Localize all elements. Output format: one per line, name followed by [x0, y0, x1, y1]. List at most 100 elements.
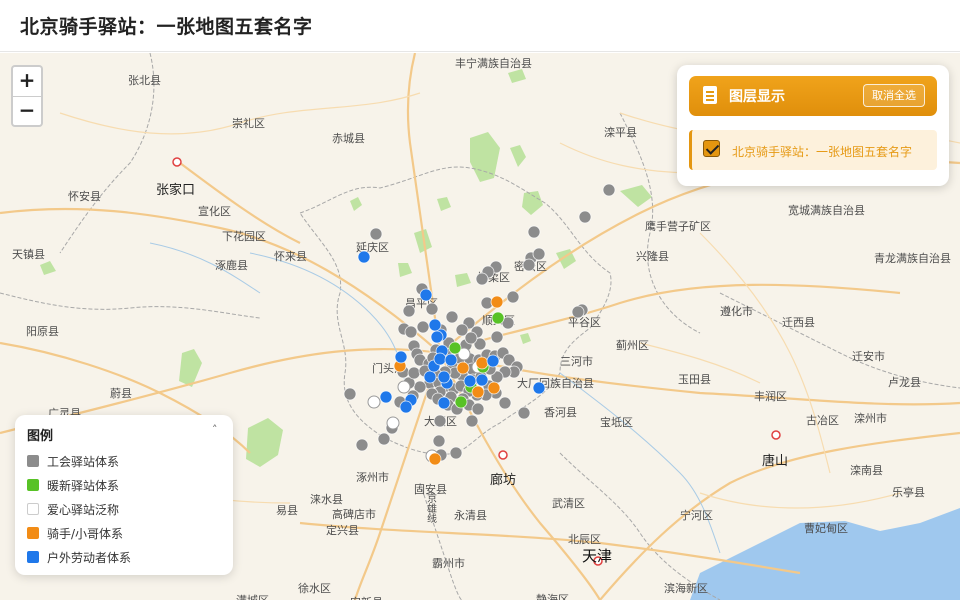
station-marker-love[interactable]	[386, 416, 400, 430]
station-marker-union[interactable]	[343, 387, 357, 401]
station-marker-outdoor[interactable]	[379, 390, 393, 404]
station-marker-union[interactable]	[490, 330, 504, 344]
place-label: 宽城满族自治县	[788, 203, 865, 217]
place-label: 三河市	[560, 354, 593, 368]
station-marker-warm[interactable]	[491, 311, 505, 325]
station-marker-union[interactable]	[404, 325, 418, 339]
place-label: 徐水区	[298, 581, 331, 595]
place-label: 静海区	[536, 592, 569, 600]
place-label: 丰润区	[754, 389, 787, 403]
station-marker-union[interactable]	[464, 331, 478, 345]
place-label: 天镇县	[12, 247, 45, 261]
station-marker-union[interactable]	[498, 396, 512, 410]
legend-item-label: 骑手/小哥体系	[47, 527, 124, 541]
place-label: 遵化市	[720, 304, 753, 318]
map-canvas[interactable]: 丰宁满族自治县 张北县 崇礼区 赤城县 滦平县 张家口 怀安县 宣化区 下花园区 怀来县 涿鹿县 天镇…	[0, 53, 960, 600]
station-marker-love[interactable]	[367, 395, 381, 409]
station-marker-rider[interactable]	[428, 452, 442, 466]
place-label: 涞水县	[310, 493, 343, 506]
station-marker-union[interactable]	[433, 414, 447, 428]
station-marker-union[interactable]	[402, 304, 416, 318]
station-marker-union[interactable]	[522, 258, 536, 272]
place-label: 曹妃甸区	[804, 521, 848, 535]
station-marker-union[interactable]	[445, 310, 459, 324]
station-marker-union[interactable]	[425, 302, 439, 316]
place-label: 宣化区	[198, 204, 231, 218]
station-marker-union[interactable]	[578, 210, 592, 224]
station-marker-union[interactable]	[532, 247, 546, 261]
place-label: 京雄线	[425, 492, 437, 523]
place-label: 大厂回族自治县	[517, 376, 594, 390]
station-marker-union[interactable]	[506, 290, 520, 304]
station-marker-union[interactable]	[517, 406, 531, 420]
station-marker-rider[interactable]	[456, 361, 470, 375]
place-label: 天津	[582, 547, 612, 565]
legend-collapse-button[interactable]: ˄	[212, 423, 218, 436]
place-label: 滦平县	[604, 125, 637, 139]
station-marker-rider[interactable]	[475, 356, 489, 370]
place-label: 怀安县	[68, 189, 101, 203]
station-marker-warm[interactable]	[448, 341, 462, 355]
station-marker-union[interactable]	[355, 438, 369, 452]
station-marker-union[interactable]	[449, 446, 463, 460]
clipboard-icon	[703, 86, 717, 104]
station-marker-outdoor[interactable]	[463, 374, 477, 388]
place-label: 唐山	[762, 453, 788, 469]
place-label: 滦南县	[850, 463, 883, 477]
page-title: 北京骑手驿站：一张地图五套名字	[20, 16, 313, 38]
station-marker-rider[interactable]	[471, 385, 485, 399]
zoom-in-button[interactable]: +	[13, 67, 41, 96]
station-marker-love[interactable]	[397, 380, 411, 394]
station-marker-rider[interactable]	[490, 295, 504, 309]
station-marker-union[interactable]	[416, 320, 430, 334]
place-label: 鹰手营子矿区	[645, 219, 711, 233]
station-marker-union[interactable]	[602, 183, 616, 197]
place-label: 滨海新区	[664, 581, 708, 595]
station-marker-union[interactable]	[571, 305, 585, 319]
page-header: 北京骑手驿站：一张地图五套名字	[0, 0, 960, 52]
station-marker-outdoor[interactable]	[430, 330, 444, 344]
layer-item-label: 北京骑手驿站：一张地图五套名字	[732, 145, 913, 159]
station-marker-outdoor[interactable]	[394, 350, 408, 364]
station-marker-union[interactable]	[527, 225, 541, 239]
place-label: 蓟州区	[616, 339, 649, 352]
layer-panel-title: 图层显示	[729, 89, 785, 105]
legend-swatch	[27, 503, 39, 515]
station-marker-outdoor[interactable]	[532, 381, 546, 395]
station-marker-union[interactable]	[471, 402, 485, 416]
station-marker-outdoor[interactable]	[437, 370, 451, 384]
place-label: 宝坻区	[600, 415, 633, 429]
place-label: 安新县	[350, 595, 383, 600]
place-label: 廊坊	[490, 472, 516, 488]
station-marker-outdoor[interactable]	[428, 318, 442, 332]
deselect-all-button[interactable]: 取消全选	[863, 84, 925, 107]
place-label: 武清区	[552, 497, 585, 510]
station-marker-union[interactable]	[432, 434, 446, 448]
place-label: 玉田县	[678, 373, 711, 386]
station-marker-outdoor[interactable]	[444, 353, 458, 367]
station-marker-union[interactable]	[465, 414, 479, 428]
station-marker-union[interactable]	[377, 432, 391, 446]
layer-checkbox[interactable]	[703, 140, 720, 157]
station-marker-outdoor[interactable]	[419, 288, 433, 302]
station-marker-outdoor[interactable]	[486, 354, 500, 368]
place-label: 下花园区	[222, 230, 266, 243]
station-marker-outdoor[interactable]	[399, 400, 413, 414]
zoom-out-button[interactable]: −	[13, 96, 41, 125]
station-marker-outdoor[interactable]	[475, 373, 489, 387]
layer-panel: 图层显示 取消全选 北京骑手驿站：一张地图五套名字	[677, 65, 949, 186]
station-marker-union[interactable]	[369, 227, 383, 241]
station-marker-union[interactable]	[475, 272, 489, 286]
place-label: 高碑店市	[332, 507, 376, 521]
place-label: 卢龙县	[888, 376, 921, 389]
station-marker-union[interactable]	[407, 366, 421, 380]
place-label: 满城区	[236, 594, 269, 600]
station-marker-outdoor[interactable]	[437, 396, 451, 410]
layer-item[interactable]: 北京骑手驿站：一张地图五套名字	[689, 130, 937, 170]
station-marker-outdoor[interactable]	[423, 370, 437, 384]
place-label: 易县	[276, 504, 298, 517]
station-marker-outdoor[interactable]	[433, 352, 447, 366]
station-marker-rider[interactable]	[487, 381, 501, 395]
station-marker-warm[interactable]	[454, 395, 468, 409]
station-marker-outdoor[interactable]	[357, 250, 371, 264]
